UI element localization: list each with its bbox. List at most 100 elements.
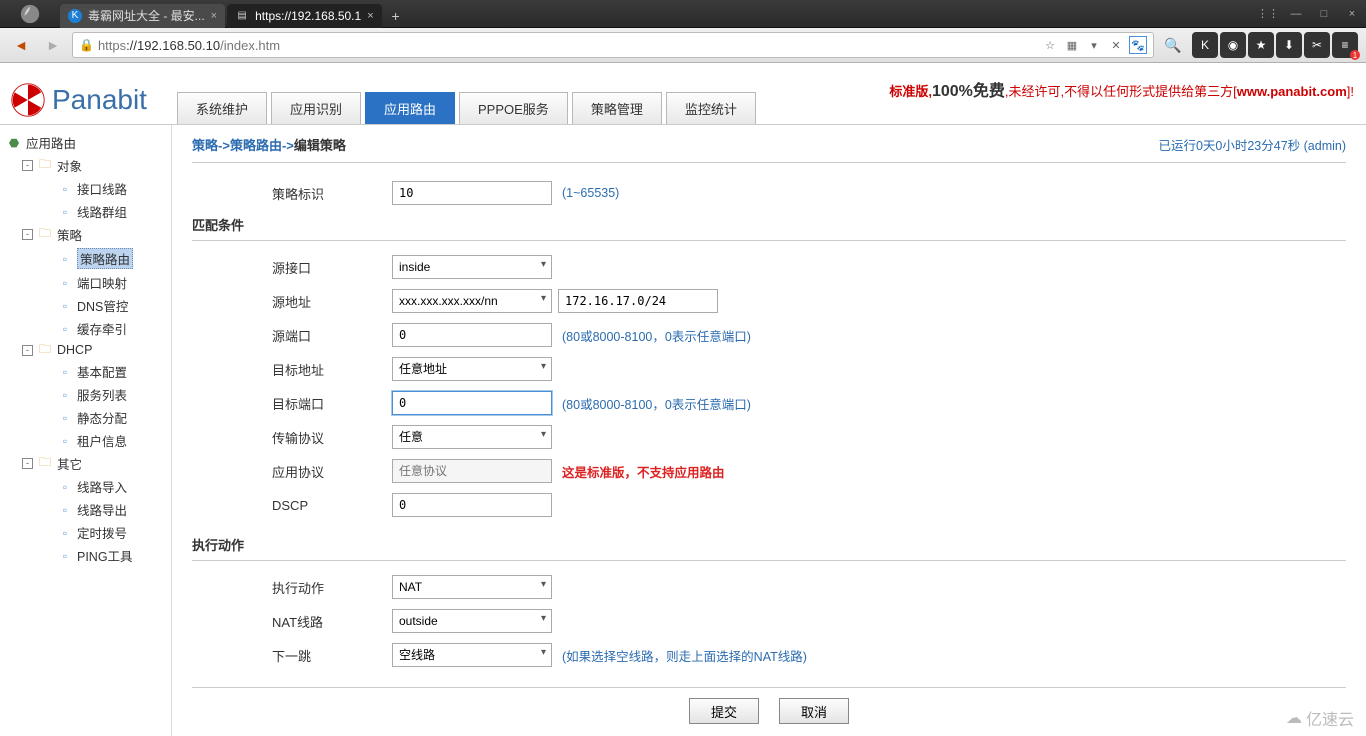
cancel-button[interactable]: 取消: [779, 698, 849, 724]
sidebar-item[interactable]: -🗀对象: [4, 154, 167, 177]
browser-tab-0[interactable]: K 毒霸网址大全 - 最安... ×: [60, 4, 225, 28]
sidebar-item[interactable]: ▫基本配置: [4, 360, 167, 383]
label-dst-addr: 目标地址: [272, 360, 392, 379]
sidebar-item[interactable]: ▫策略路由: [4, 246, 167, 271]
sidebar-item[interactable]: ▫线路群组: [4, 200, 167, 223]
tab-app-route[interactable]: 应用路由: [365, 92, 455, 124]
src-if-select[interactable]: inside: [392, 255, 552, 279]
sidebar-item[interactable]: ▫定时拨号: [4, 521, 167, 544]
label-dst-port: 目标端口: [272, 394, 392, 413]
main-tabs: 系统维护 应用识别 应用路由 PPPOE服务 策略管理 监控统计: [177, 92, 760, 124]
toolbar-menu-icon[interactable]: ≡: [1332, 32, 1358, 58]
page-icon: ▫: [57, 251, 73, 267]
label-proto: 传输协议: [272, 428, 392, 447]
search-icon[interactable]: 🔍: [1160, 32, 1186, 58]
label-nat-line: NAT线路: [272, 612, 392, 631]
label-dscp: DSCP: [272, 498, 392, 513]
nat-line-select[interactable]: outside: [392, 609, 552, 633]
maximize-icon[interactable]: □: [1310, 4, 1338, 24]
section-action: 执行动作: [192, 535, 1346, 561]
sidebar-item[interactable]: ▫租户信息: [4, 429, 167, 452]
expand-icon[interactable]: -: [22, 160, 33, 171]
app-header: Panabit 系统维护 应用识别 应用路由 PPPOE服务 策略管理 监控统计…: [0, 63, 1366, 125]
label-next-hop: 下一跳: [272, 646, 392, 665]
tab-pppoe[interactable]: PPPOE服务: [459, 92, 568, 124]
browser-titlebar: K 毒霸网址大全 - 最安... × ▤ https://192.168.50.…: [0, 0, 1366, 28]
star-icon[interactable]: ☆: [1041, 36, 1059, 54]
expand-icon[interactable]: -: [22, 458, 33, 469]
sidebar-item[interactable]: ▫线路导入: [4, 475, 167, 498]
policy-id-input[interactable]: [392, 181, 552, 205]
page-icon: ▫: [57, 321, 73, 337]
action-select[interactable]: NAT: [392, 575, 552, 599]
label-src-if: 源接口: [272, 258, 392, 277]
src-addr-input[interactable]: [558, 289, 718, 313]
tab-policy[interactable]: 策略管理: [572, 92, 662, 124]
sidebar-item[interactable]: -🗀策略: [4, 223, 167, 246]
toolbar-download-icon[interactable]: ⬇: [1276, 32, 1302, 58]
tab-app-recog[interactable]: 应用识别: [271, 92, 361, 124]
new-tab-button[interactable]: +: [384, 4, 408, 28]
url-scheme: https: [98, 38, 126, 53]
page-icon: ▫: [57, 433, 73, 449]
browser-logo-icon: [0, 0, 60, 28]
forward-button[interactable]: ►: [40, 32, 66, 58]
tab-monitor[interactable]: 监控统计: [666, 92, 756, 124]
panabit-link[interactable]: www.panabit.com: [1237, 84, 1347, 99]
sidebar-root[interactable]: ⬣ 应用路由: [4, 131, 167, 154]
label-app-proto: 应用协议: [272, 462, 392, 481]
browser-tab-1[interactable]: ▤ https://192.168.50.1 ×: [227, 4, 382, 28]
folder-icon: 🗀: [37, 456, 53, 472]
next-hop-select[interactable]: 空线路: [392, 643, 552, 667]
sidebar-item[interactable]: ▫端口映射: [4, 271, 167, 294]
proto-select[interactable]: 任意: [392, 425, 552, 449]
settings-icon[interactable]: ⋮⋮: [1254, 4, 1282, 24]
dst-addr-select[interactable]: 任意地址: [392, 357, 552, 381]
brand-name: Panabit: [52, 84, 147, 116]
minimize-icon[interactable]: —: [1282, 4, 1310, 24]
sidebar-item[interactable]: ▫接口线路: [4, 177, 167, 200]
sidebar-item[interactable]: ▫缓存牵引: [4, 317, 167, 340]
sidebar-item[interactable]: ▫线路导出: [4, 498, 167, 521]
src-port-input[interactable]: [392, 323, 552, 347]
dst-port-input[interactable]: [392, 391, 552, 415]
tab-system[interactable]: 系统维护: [177, 92, 267, 124]
sidebar-item[interactable]: ▫PING工具: [4, 544, 167, 567]
brand-logo-icon: [10, 82, 46, 118]
submit-button[interactable]: 提交: [689, 698, 759, 724]
cloud-icon: ☁: [1286, 708, 1302, 728]
paw-icon[interactable]: 🐾: [1129, 36, 1147, 54]
dscp-input[interactable]: [392, 493, 552, 517]
sidebar-item[interactable]: -🗀其它: [4, 452, 167, 475]
sidebar-item[interactable]: -🗀DHCP: [4, 340, 167, 360]
close-icon[interactable]: ×: [367, 10, 373, 22]
app-proto-input: [392, 459, 552, 483]
toolbar-cut-icon[interactable]: ✂: [1304, 32, 1330, 58]
expand-icon[interactable]: -: [22, 229, 33, 240]
page-icon: ▫: [57, 548, 73, 564]
sidebar-item[interactable]: ▫DNS管控: [4, 294, 167, 317]
url-bar[interactable]: 🔒 https ://192.168.50.10 /index.htm ☆ ▦ …: [72, 32, 1154, 58]
expand-icon[interactable]: -: [22, 345, 33, 356]
page-icon: ▫: [57, 525, 73, 541]
page-icon: ▫: [57, 275, 73, 291]
toolbar-shield-icon[interactable]: ◉: [1220, 32, 1246, 58]
page-icon: ▫: [57, 410, 73, 426]
dropdown-icon[interactable]: ▾: [1085, 36, 1103, 54]
close-icon[interactable]: ×: [211, 10, 217, 22]
url-path: /index.htm: [220, 38, 280, 53]
label-src-addr: 源地址: [272, 292, 392, 311]
sidebar-item[interactable]: ▫静态分配: [4, 406, 167, 429]
folder-icon: 🗀: [37, 227, 53, 243]
label-policy-id: 策略标识: [272, 184, 392, 203]
section-match: 匹配条件: [192, 215, 1346, 241]
clear-icon[interactable]: ✕: [1107, 36, 1125, 54]
sidebar-item[interactable]: ▫服务列表: [4, 383, 167, 406]
back-button[interactable]: ◄: [8, 32, 34, 58]
close-window-icon[interactable]: ×: [1338, 4, 1366, 24]
toolbar-star-icon[interactable]: ★: [1248, 32, 1274, 58]
runtime-status: 已运行0天0小时23分47秒 (admin): [1158, 135, 1346, 154]
qr-icon[interactable]: ▦: [1063, 36, 1081, 54]
toolbar-k-icon[interactable]: K: [1192, 32, 1218, 58]
src-addr-select[interactable]: xxx.xxx.xxx.xxx/nn: [392, 289, 552, 313]
